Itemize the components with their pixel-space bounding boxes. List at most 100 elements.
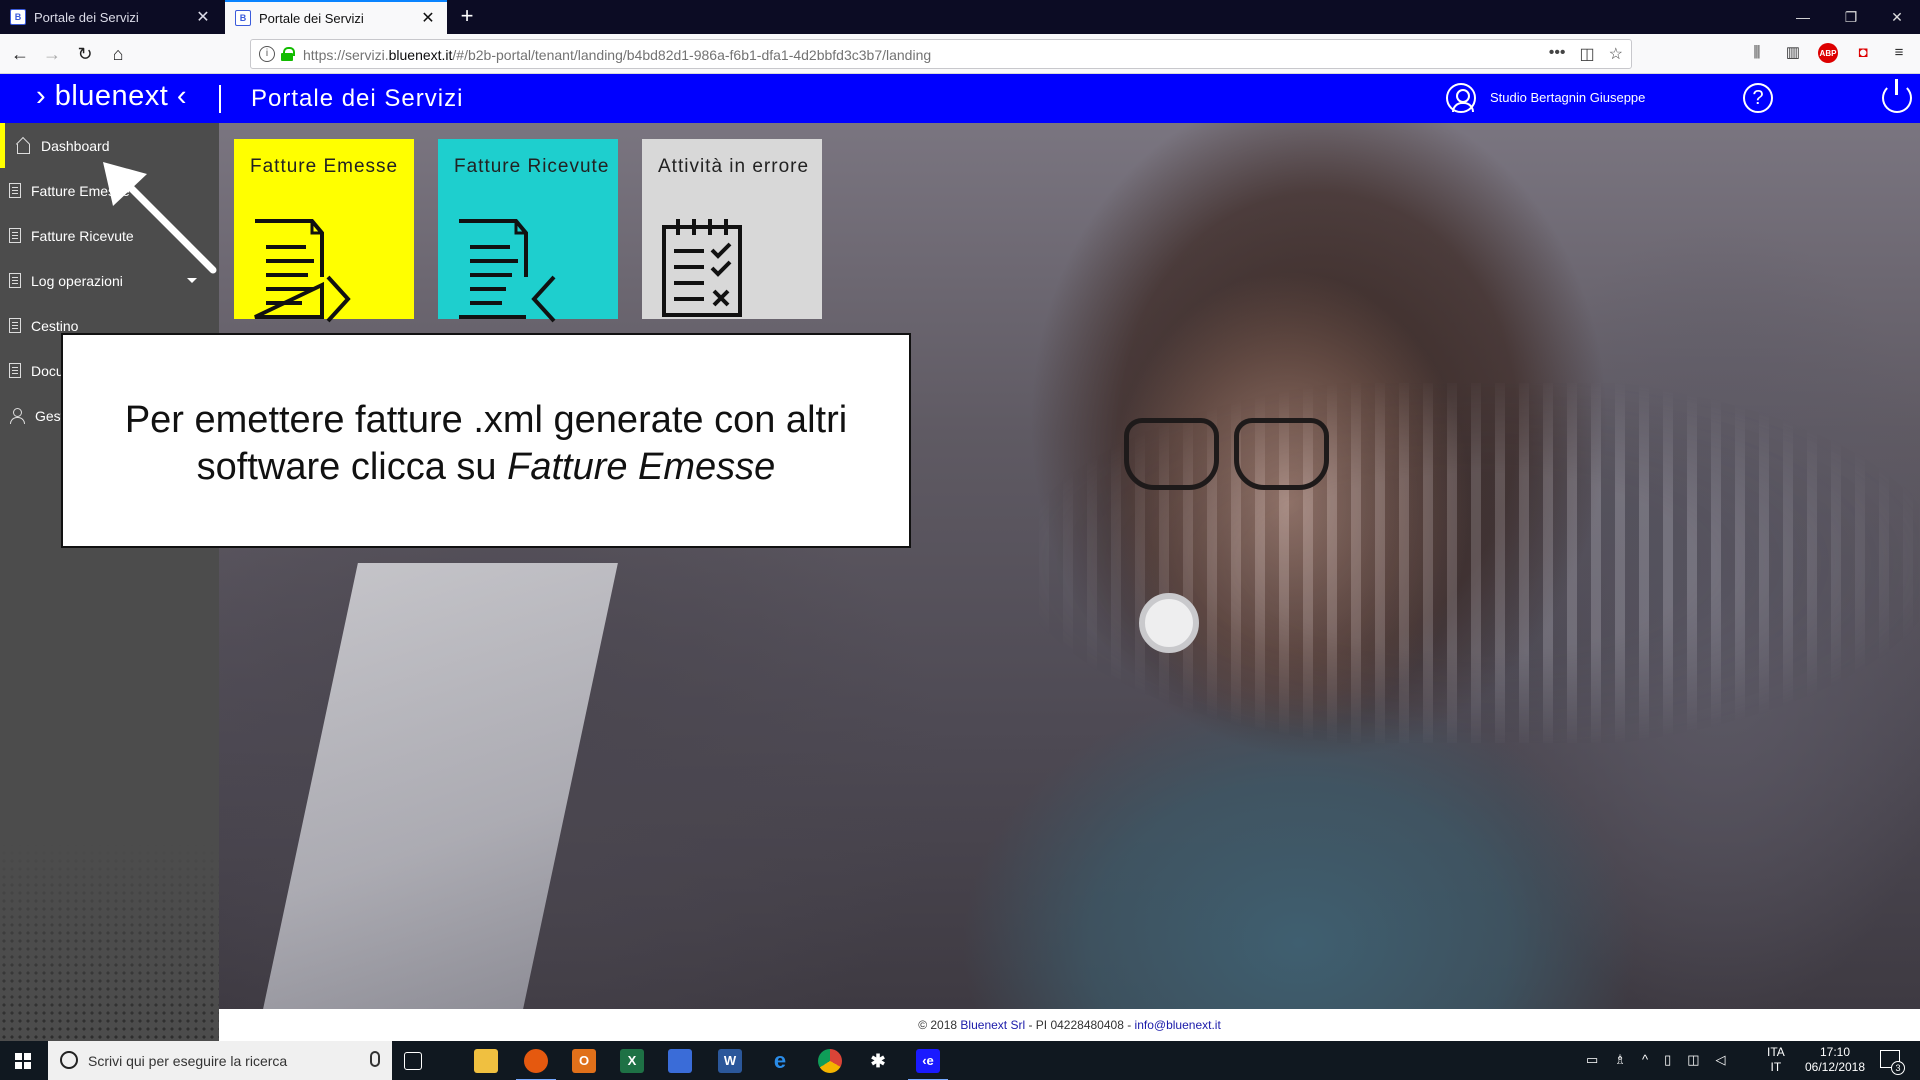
home-icon[interactable]: ⌂ (104, 40, 132, 68)
minimize-icon[interactable]: — (1780, 0, 1826, 34)
windows-start-icon[interactable] (0, 1041, 48, 1080)
clock-date: 06/12/2018 (1804, 1060, 1866, 1074)
sidebar-item-label: Cestino (31, 317, 79, 334)
adblock-icon[interactable]: ABP (1818, 43, 1838, 63)
windows-taskbar: Scrivi qui per eseguire la ricerca O X W… (0, 1041, 1920, 1080)
new-tab-icon[interactable]: + (455, 4, 479, 28)
site-info-icon[interactable]: i (259, 46, 275, 62)
browser-tab[interactable]: B Portale dei Servizi ✕ (0, 0, 222, 34)
callout-line-1: Per emettere fatture .xml generate con a… (124, 399, 848, 441)
firefox-icon[interactable] (516, 1049, 556, 1080)
sidebar-item-label: Dashboard (41, 137, 110, 154)
notification-count: 3 (1891, 1061, 1905, 1075)
people-icon[interactable]: ♗ (1614, 1052, 1626, 1080)
tile-title: Fatture Ricevute (454, 156, 610, 177)
home-icon (15, 138, 31, 154)
sidebar-toggle-icon[interactable]: ▥ (1782, 42, 1804, 64)
main-content: Fatture Emesse Fatture Ricevute Attività… (219, 123, 1920, 1009)
clock-time: 17:10 (1819, 1045, 1851, 1059)
clock[interactable]: 17:10 06/12/2018 (1800, 1045, 1870, 1080)
callout-text: Per emettere fatture .xml generate con a… (63, 397, 909, 491)
bluenext-app-icon[interactable]: ‹e (908, 1049, 948, 1080)
tutorial-callout: Per emettere fatture .xml generate con a… (61, 333, 911, 548)
system-tray: ▭ ♗ ^ ▯ ◫ ◁ (1586, 1052, 1726, 1080)
document-icon (9, 228, 21, 243)
browser-tab-active[interactable]: B Portale dei Servizi ✕ (225, 0, 447, 34)
cortana-icon (60, 1051, 78, 1069)
background-watch (1139, 593, 1199, 653)
word-icon[interactable]: W (718, 1049, 742, 1073)
bookmark-star-icon[interactable]: ☆ (1609, 44, 1623, 64)
close-window-icon[interactable]: ✕ (1874, 0, 1920, 34)
outgoing-invoice-icon (254, 219, 351, 323)
page-title: Portale dei Servizi (251, 85, 464, 112)
tablet-icon[interactable]: ▭ (1586, 1052, 1598, 1080)
menu-icon[interactable]: ≡ (1888, 42, 1910, 64)
pocket-icon[interactable]: ◘ (1852, 42, 1874, 64)
background-laptop (260, 563, 618, 1009)
browser-tab-bar: B Portale dei Servizi ✕ B Portale dei Se… (0, 0, 1920, 34)
tile-title: Fatture Emesse (250, 156, 399, 177)
tile-fatture-emesse[interactable]: Fatture Emesse (234, 139, 414, 323)
library-icon[interactable]: ⫼ (1746, 42, 1768, 64)
user-name[interactable]: Studio Bertagnin Giuseppe (1490, 90, 1645, 105)
url-actions: ••• ◫ ☆ (1549, 44, 1623, 64)
page-actions-icon[interactable]: ••• (1549, 44, 1566, 64)
tab-close-icon[interactable]: ✕ (194, 7, 212, 27)
url-bar[interactable]: i https://servizi.bluenext.it/#/b2b-port… (250, 39, 1632, 69)
search-placeholder: Scrivi qui per eseguire la ricerca (88, 1053, 288, 1069)
background-glasses (1124, 418, 1334, 490)
file-explorer-icon[interactable] (474, 1049, 498, 1073)
lock-icon (281, 47, 295, 61)
page-footer: © 2018 Bluenext Srl - PI 04228480408 - i… (219, 1009, 1920, 1041)
log-icon (9, 273, 21, 288)
tab-title: Portale dei Servizi (259, 10, 364, 26)
taskbar-search-box[interactable]: Scrivi qui per eseguire la ricerca (48, 1041, 392, 1080)
header-divider (219, 85, 221, 113)
tile-fatture-ricevute[interactable]: Fatture Ricevute (438, 139, 618, 323)
documents-icon (9, 363, 21, 378)
language-indicator[interactable]: ITA IT (1767, 1045, 1785, 1080)
page-favicon-icon: B (235, 10, 251, 26)
pocket-save-icon[interactable]: ◫ (1580, 44, 1595, 64)
volume-icon[interactable]: ◁ (1716, 1052, 1726, 1080)
network-icon[interactable]: ◫ (1687, 1052, 1699, 1080)
page-favicon-icon: B (10, 9, 26, 25)
settings-gear-icon[interactable]: ✱ (866, 1049, 890, 1073)
sidebar-dot-pattern (0, 841, 219, 1041)
app-header: › bluenext ‹ Portale dei Servizi Studio … (0, 74, 1920, 123)
microphone-icon[interactable] (370, 1051, 380, 1067)
incoming-invoice-icon (459, 219, 556, 323)
app-icon[interactable] (668, 1049, 692, 1073)
tile-title: Attività in errore (658, 156, 810, 177)
tab-close-icon[interactable]: ✕ (419, 8, 437, 28)
forward-icon[interactable]: → (38, 40, 66, 68)
restore-icon[interactable]: ❐ (1828, 0, 1874, 34)
pointer-arrow-icon (103, 162, 217, 274)
excel-icon[interactable]: X (620, 1049, 644, 1073)
outlook-icon[interactable]: O (572, 1049, 596, 1073)
company-link[interactable]: Bluenext Srl (960, 1018, 1025, 1032)
help-icon[interactable]: ? (1743, 83, 1773, 113)
user-icon (9, 407, 25, 424)
logout-power-icon[interactable] (1882, 79, 1912, 113)
show-hidden-icons[interactable]: ^ (1642, 1052, 1648, 1080)
browser-nav-bar: ← → ↻ ⌂ i https://servizi.bluenext.it/#/… (0, 34, 1920, 74)
url-text[interactable]: https://servizi.bluenext.it/#/b2b-portal… (303, 47, 931, 63)
bluenext-logo[interactable]: › bluenext ‹ (36, 80, 187, 113)
task-view-icon[interactable] (404, 1052, 422, 1070)
tile-attivita-in-errore[interactable]: Attività in errore (642, 139, 822, 319)
email-link[interactable]: info@bluenext.it (1135, 1018, 1221, 1032)
back-icon[interactable]: ← (6, 40, 34, 68)
browser-toolbar: ⫼ ▥ ABP ◘ ≡ (1746, 42, 1910, 64)
checklist-calendar-icon (662, 219, 742, 317)
edge-icon[interactable]: e (768, 1049, 792, 1073)
battery-icon[interactable]: ▯ (1664, 1052, 1671, 1080)
tab-title: Portale dei Servizi (34, 9, 139, 25)
trash-document-icon (9, 318, 21, 333)
chrome-icon[interactable] (818, 1049, 842, 1073)
user-avatar-icon[interactable] (1446, 83, 1476, 113)
reload-icon[interactable]: ↻ (71, 40, 99, 68)
callout-line-2: software clicca su Fatture Emesse (196, 446, 776, 488)
document-icon (9, 183, 21, 198)
